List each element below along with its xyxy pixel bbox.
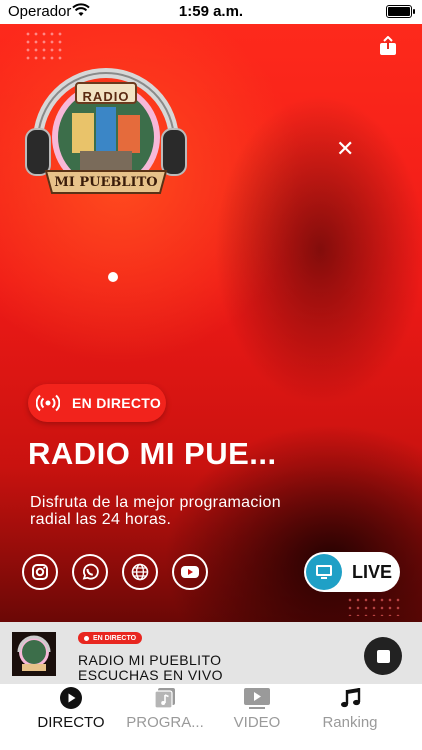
station-title: RADIO MI PUE... [28, 436, 277, 471]
mini-live-badge-label: EN DIRECTO [93, 634, 137, 642]
share-icon [380, 35, 396, 55]
tab-ranking[interactable]: Ranking [297, 684, 403, 734]
mini-player-artwork [12, 632, 56, 676]
mini-player-title: RADIO MI PUEBLITO [78, 652, 222, 668]
page-indicator-dot [108, 272, 118, 282]
share-button[interactable] [378, 35, 398, 56]
clock: 1:59 a.m. [178, 3, 244, 20]
mini-player[interactable]: EN DIRECTO RADIO MI PUEBLITO ESCUCHAS EN… [0, 622, 422, 684]
instagram-button[interactable] [22, 554, 58, 590]
station-description: Disfruta de la mejor programacion radial… [30, 494, 281, 528]
tab-label: DIRECTO [37, 714, 105, 731]
video-icon [204, 685, 310, 711]
youtube-button[interactable] [172, 554, 208, 590]
station-logo: RADIO MI PUEBLITO [24, 45, 188, 210]
instagram-icon [32, 564, 48, 580]
playlist-icon [112, 685, 218, 711]
stop-icon [376, 649, 390, 663]
tab-video[interactable]: VIDEO [204, 684, 310, 734]
play-circle-icon [18, 685, 124, 711]
live-tv-button[interactable]: LIVE [304, 552, 400, 592]
mini-player-subtitle: ESCUCHAS EN VIVO [78, 667, 223, 683]
stop-button[interactable] [364, 637, 402, 675]
logo-text-top: RADIO [82, 89, 130, 104]
tv-icon [306, 554, 342, 590]
tab-bar: DIRECTO PROGRA... VIDEO Ranking [0, 684, 422, 750]
status-bar: Operador 1:59 a.m. [0, 0, 422, 24]
close-icon[interactable]: ✕ [336, 136, 354, 162]
live-tv-label: LIVE [352, 561, 393, 582]
youtube-icon [181, 566, 199, 578]
globe-icon [131, 563, 149, 581]
tab-label: Ranking [322, 714, 378, 731]
tab-directo[interactable]: DIRECTO [18, 684, 124, 734]
logo-text-bottom: MI PUEBLITO [54, 175, 158, 190]
music-note-icon [297, 685, 403, 711]
decorative-dots [346, 596, 402, 616]
whatsapp-icon [82, 563, 99, 580]
mini-live-badge: EN DIRECTO [78, 632, 143, 644]
broadcast-icon [36, 394, 60, 412]
website-button[interactable] [122, 554, 158, 590]
live-badge: EN DIRECTO [28, 384, 166, 422]
tab-label: PROGRA... [126, 714, 204, 731]
live-badge-label: EN DIRECTO [72, 395, 162, 411]
battery-icon [386, 5, 415, 18]
tab-label: VIDEO [233, 714, 281, 731]
tab-programacion[interactable]: PROGRA... [112, 684, 218, 734]
whatsapp-button[interactable] [72, 554, 108, 590]
